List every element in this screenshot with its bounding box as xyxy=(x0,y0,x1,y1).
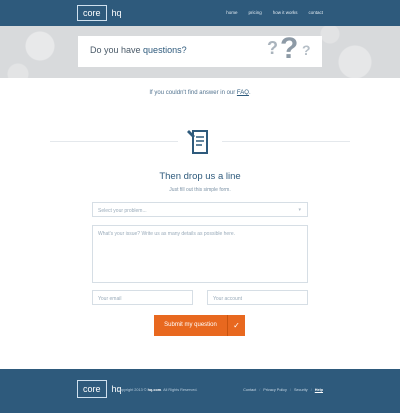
footer-logo-core: core xyxy=(77,380,107,398)
form-heading: Then drop us a line xyxy=(159,171,241,182)
hero-title: Do you have questions? xyxy=(90,45,187,55)
form-subheading: Just fill out this simple form. xyxy=(169,187,231,193)
faq-line: If you couldn't find answer in our FAQ. xyxy=(0,90,400,96)
logo-core: core xyxy=(77,5,107,21)
footer-separator: / xyxy=(310,388,312,392)
divider-right xyxy=(222,141,350,142)
issue-textarea-placeholder: What's your issue? Write us as many deta… xyxy=(98,231,236,237)
faq-prefix: If you couldn't find answer in our xyxy=(149,90,237,96)
logo[interactable]: core hq xyxy=(77,5,122,21)
footer-link-contact[interactable]: Contact xyxy=(243,388,256,392)
account-field-placeholder: Your account xyxy=(213,296,243,302)
question-mark-faint: ? xyxy=(302,42,311,58)
footer: core hq Copyright 2013 © hq.com. All Rig… xyxy=(0,369,400,413)
copyright-brand: hq.com xyxy=(147,388,162,392)
problem-select-placeholder: Select your problem... xyxy=(98,208,147,214)
submit-button[interactable]: Submit my question ✓ xyxy=(154,315,245,336)
submit-button-label: Submit my question xyxy=(164,322,217,328)
nav-item-home[interactable]: home xyxy=(226,10,237,15)
footer-link-privacy[interactable]: Privacy Policy xyxy=(263,388,287,392)
question-mark-small: ? xyxy=(267,38,278,58)
copyright-prefix: Copyright 2013 © xyxy=(117,388,148,392)
footer-separator: / xyxy=(259,388,261,392)
copyright-suffix: . All Rights Reserved. xyxy=(161,388,198,392)
divider-left xyxy=(50,141,178,142)
footer-link-security[interactable]: Security xyxy=(294,388,308,392)
question-marks-illustration: ? ? ? xyxy=(262,36,322,67)
top-bar: core hq home pricing how it works contac… xyxy=(0,0,400,26)
email-field-placeholder: Your email xyxy=(98,296,122,302)
hero-title-prefix: Do you have xyxy=(90,45,144,55)
footer-links: Contact / Privacy Policy / Security / He… xyxy=(243,388,323,392)
account-field[interactable]: Your account xyxy=(207,290,308,305)
logo-hq: hq xyxy=(111,8,122,18)
hero-banner: Do you have questions? ? ? ? xyxy=(0,26,400,78)
issue-textarea[interactable]: What's your issue? Write us as many deta… xyxy=(92,225,308,283)
chevron-down-icon: ▾ xyxy=(298,207,301,213)
faq-link[interactable]: FAQ xyxy=(237,90,249,96)
question-mark-large: ? xyxy=(280,36,299,65)
nav-item-contact[interactable]: contact xyxy=(308,10,323,15)
main-nav: home pricing how it works contact xyxy=(226,10,323,15)
faq-suffix: . xyxy=(248,90,251,96)
check-icon: ✓ xyxy=(227,315,245,336)
footer-link-help[interactable]: Help xyxy=(315,388,323,392)
problem-select[interactable]: Select your problem... ▾ xyxy=(92,202,308,217)
footer-separator: / xyxy=(289,388,291,392)
hero-box: Do you have questions? ? ? ? xyxy=(78,36,322,67)
email-field[interactable]: Your email xyxy=(92,290,193,305)
document-edit-icon xyxy=(187,128,213,156)
nav-item-pricing[interactable]: pricing xyxy=(248,10,261,15)
nav-item-how-it-works[interactable]: how it works xyxy=(273,10,298,15)
footer-logo[interactable]: core hq xyxy=(77,380,122,398)
copyright: Copyright 2013 © hq.com. All Rights Rese… xyxy=(117,388,197,392)
hero-title-highlight: questions? xyxy=(143,45,187,55)
